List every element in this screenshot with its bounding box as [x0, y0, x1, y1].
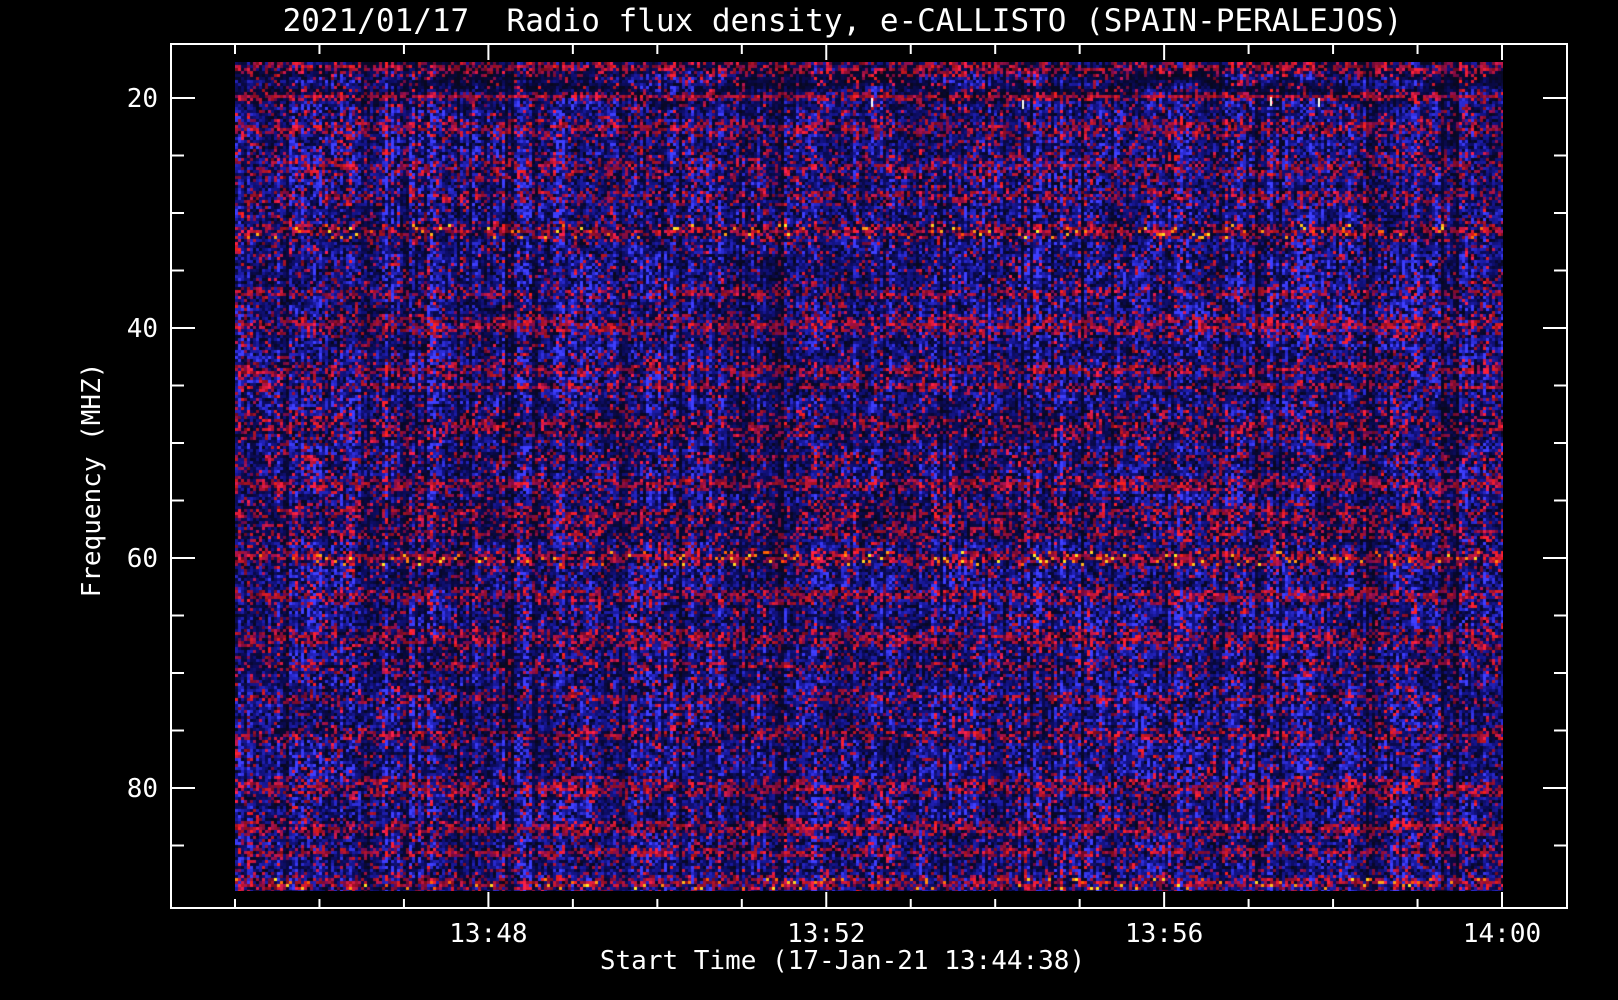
- chart-title: 2021/01/17 Radio flux density, e-CALLIST…: [282, 3, 1403, 39]
- y-tick-label-20: 20: [126, 84, 158, 114]
- plot-frame-and-ticks: [170, 43, 1568, 909]
- y-tick-label-40: 40: [126, 314, 158, 344]
- x-tick-label-1348: 13:48: [449, 919, 528, 949]
- x-tick-label-1400: 14:00: [1462, 919, 1542, 949]
- y-tick-label-80: 80: [126, 774, 158, 804]
- x-tick-label-1352: 13:52: [787, 919, 866, 949]
- x-tick-label-1356: 13:56: [1124, 919, 1204, 949]
- spectrogram-page: 2021/01/17 Radio flux density, e-CALLIST…: [0, 0, 1618, 1000]
- y-tick-label-60: 60: [126, 544, 158, 574]
- x-axis-title: Start Time (17-Jan-21 13:44:38): [599, 946, 1086, 976]
